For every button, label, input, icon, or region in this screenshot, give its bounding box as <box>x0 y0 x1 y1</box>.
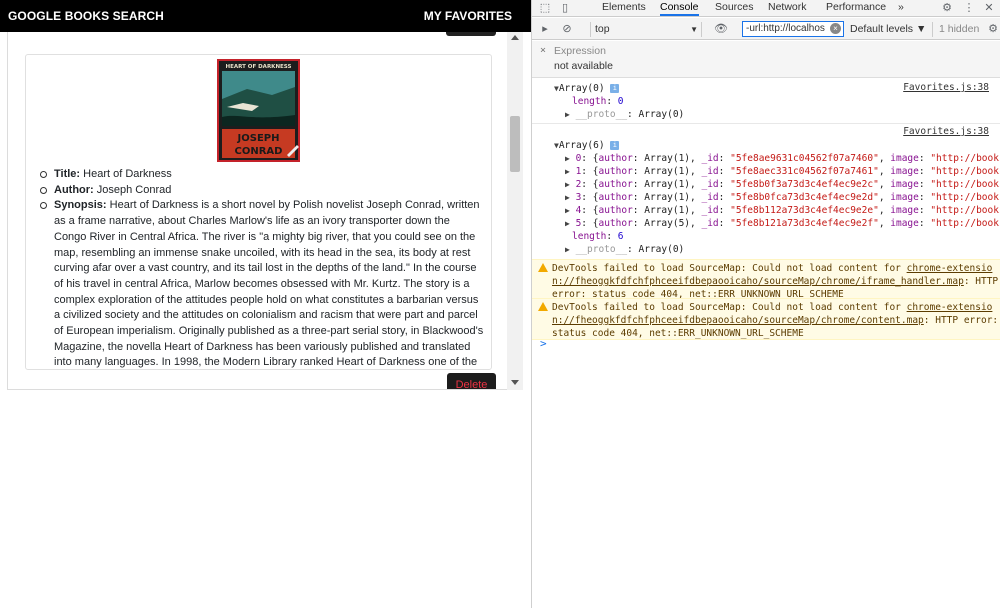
title-label: Title: <box>54 168 81 180</box>
inspect-element-icon[interactable]: ⬚ <box>538 1 552 15</box>
warning-icon <box>538 302 548 311</box>
warning-link[interactable]: n://fheoggkfdfchfphceeifdbepaooicaho/sou… <box>552 276 964 287</box>
settings-gear-icon[interactable]: ⚙ <box>940 1 954 15</box>
title-item: Title: Heart of Darkness <box>40 167 485 183</box>
collapsed-triangle-icon: ▶ <box>565 245 570 254</box>
tab-performance[interactable]: Performance <box>826 1 886 16</box>
array-row[interactable]: ▶ 1: {author: Array(1), _id: "5fe8aec331… <box>565 165 1000 178</box>
array-row[interactable]: ▶ 2: {author: Array(1), _id: "5fe8b0f3a7… <box>565 178 1000 191</box>
expression-value: not available <box>554 60 613 72</box>
warning-icon <box>538 263 548 272</box>
array6-length: length: 6 <box>572 231 624 242</box>
chevron-down-icon: ▼ <box>690 25 698 34</box>
scrollbar-thumb[interactable] <box>510 116 520 172</box>
log-levels-dropdown[interactable]: Default levels ▼ <box>850 22 926 37</box>
clear-console-icon[interactable]: ⊘ <box>560 22 574 36</box>
console-output: Favorites.js:38 ▼Array(0) i length: 0 ▶ … <box>532 79 1000 608</box>
collapsed-triangle-icon: ▶ <box>565 110 570 119</box>
cover-author-line1: JOSEPH <box>237 133 280 144</box>
array0-length: length: 0 <box>572 96 624 107</box>
synopsis-label: Synopsis: <box>54 199 107 212</box>
info-icon: i <box>610 141 620 150</box>
close-devtools-icon[interactable]: ✕ <box>982 1 996 15</box>
more-tabs-icon[interactable]: » <box>898 1 904 16</box>
book-card: HEART OF DARKNESS JOSEPH CONRAD Title: H… <box>25 54 492 370</box>
clear-filter-icon[interactable]: × <box>830 23 841 34</box>
favorites-list[interactable]: HEART OF DARKNESS JOSEPH CONRAD Title: H… <box>7 32 523 390</box>
author-item: Author: Joseph Conrad <box>40 183 485 199</box>
devtools-panel: ⬚ ▯ Elements Console Sources Network Per… <box>531 0 1000 608</box>
array-row[interactable]: ▶ 4: {author: Array(1), _id: "5fe8b112a7… <box>565 204 1000 217</box>
expression-label[interactable]: Expression <box>554 45 606 57</box>
devtools-tab-bar: ⬚ ▯ Elements Console Sources Network Per… <box>532 0 1000 17</box>
tab-sources[interactable]: Sources <box>715 1 754 16</box>
cover-title-text: HEART OF DARKNESS <box>226 64 292 70</box>
array0-proto[interactable]: ▶ __proto__: Array(0) <box>565 108 1000 121</box>
previous-delete-button[interactable] <box>446 32 496 36</box>
array0-header[interactable]: ▼Array(0) i <box>554 82 1000 95</box>
array-row[interactable]: ▶ 3: {author: Array(1), _id: "5fe8b0fca7… <box>565 191 1000 204</box>
brand-link[interactable]: GOOGLE BOOKS SEARCH <box>8 9 164 23</box>
array6-header[interactable]: ▼Array(6) i <box>554 139 1000 152</box>
log-source-link[interactable]: Favorites.js:38 <box>903 126 989 137</box>
device-toolbar-icon[interactable]: ▯ <box>558 1 572 15</box>
cover-author-line2: CONRAD <box>235 146 283 157</box>
array6-proto[interactable]: ▶ __proto__: Array(0) <box>565 243 1000 256</box>
book-title: Heart of Darkness <box>83 168 172 180</box>
warning-link[interactable]: chrome-extensio <box>907 263 993 274</box>
console-filter-input[interactable]: -url:http://localhos × <box>742 21 844 37</box>
warning-link[interactable]: n://fheoggkfdfchfphceeifdbepaooicaho/sou… <box>552 315 924 326</box>
tab-network[interactable]: Network <box>768 1 807 16</box>
warning-text: DevTools failed to load SourceMap: Could… <box>552 302 999 339</box>
tab-console[interactable]: Console <box>660 1 699 16</box>
warning-link[interactable]: chrome-extensio <box>907 302 993 313</box>
console-prompt[interactable]: > <box>540 337 547 350</box>
synopsis-item: Synopsis: Heart of Darkness is a short n… <box>40 198 485 369</box>
hidden-count: 1 hidden <box>932 22 979 37</box>
page-scrollbar[interactable] <box>507 32 523 390</box>
delete-button[interactable]: Delete <box>447 373 496 389</box>
array-row[interactable]: ▶ 5: {author: Array(5), _id: "5fe8b121a7… <box>565 217 1000 230</box>
console-settings-gear-icon[interactable]: ⚙ <box>986 22 1000 36</box>
array-row[interactable]: ▶ 0: {author: Array(1), _id: "5fe8ae9631… <box>565 152 1000 165</box>
navbar: GOOGLE BOOKS SEARCH MY FAVORITES <box>0 0 531 32</box>
info-icon: i <box>610 84 620 93</box>
scroll-down-arrow-icon[interactable] <box>511 380 519 385</box>
log-separator <box>532 123 1000 124</box>
close-expression-icon[interactable]: × <box>540 45 546 56</box>
console-toolbar: ▸ ⊘ top ▼ 👁 -url:http://localhos × Defau… <box>532 18 1000 40</box>
live-expression-eye-icon[interactable]: 👁 <box>714 22 728 36</box>
sourcemap-warning: DevTools failed to load SourceMap: Could… <box>532 298 1000 340</box>
scroll-up-arrow-icon[interactable] <box>511 35 519 40</box>
live-expression-panel: × Expression not available <box>532 41 1000 78</box>
book-synopsis: Heart of Darkness is a short novel by Po… <box>54 199 484 369</box>
sidebar-toggle-icon[interactable]: ▸ <box>538 22 552 36</box>
filter-value: -url:http://localhos <box>746 23 825 34</box>
context-value: top <box>595 23 610 35</box>
context-selector[interactable]: top ▼ <box>590 22 702 37</box>
app-viewport: GOOGLE BOOKS SEARCH MY FAVORITES HEART O… <box>0 0 531 608</box>
book-author: Joseph Conrad <box>96 183 172 196</box>
author-label: Author: <box>54 183 94 196</box>
my-favorites-link[interactable]: MY FAVORITES <box>424 9 512 23</box>
book-details-list: Title: Heart of Darkness Author: Joseph … <box>40 167 485 369</box>
sourcemap-warning: DevTools failed to load SourceMap: Could… <box>532 259 1000 301</box>
tab-elements[interactable]: Elements <box>602 1 646 16</box>
warning-text: DevTools failed to load SourceMap: Could… <box>552 263 999 300</box>
more-options-icon[interactable]: ⋮ <box>962 1 976 15</box>
book-cover-image: HEART OF DARKNESS JOSEPH CONRAD <box>217 59 300 162</box>
